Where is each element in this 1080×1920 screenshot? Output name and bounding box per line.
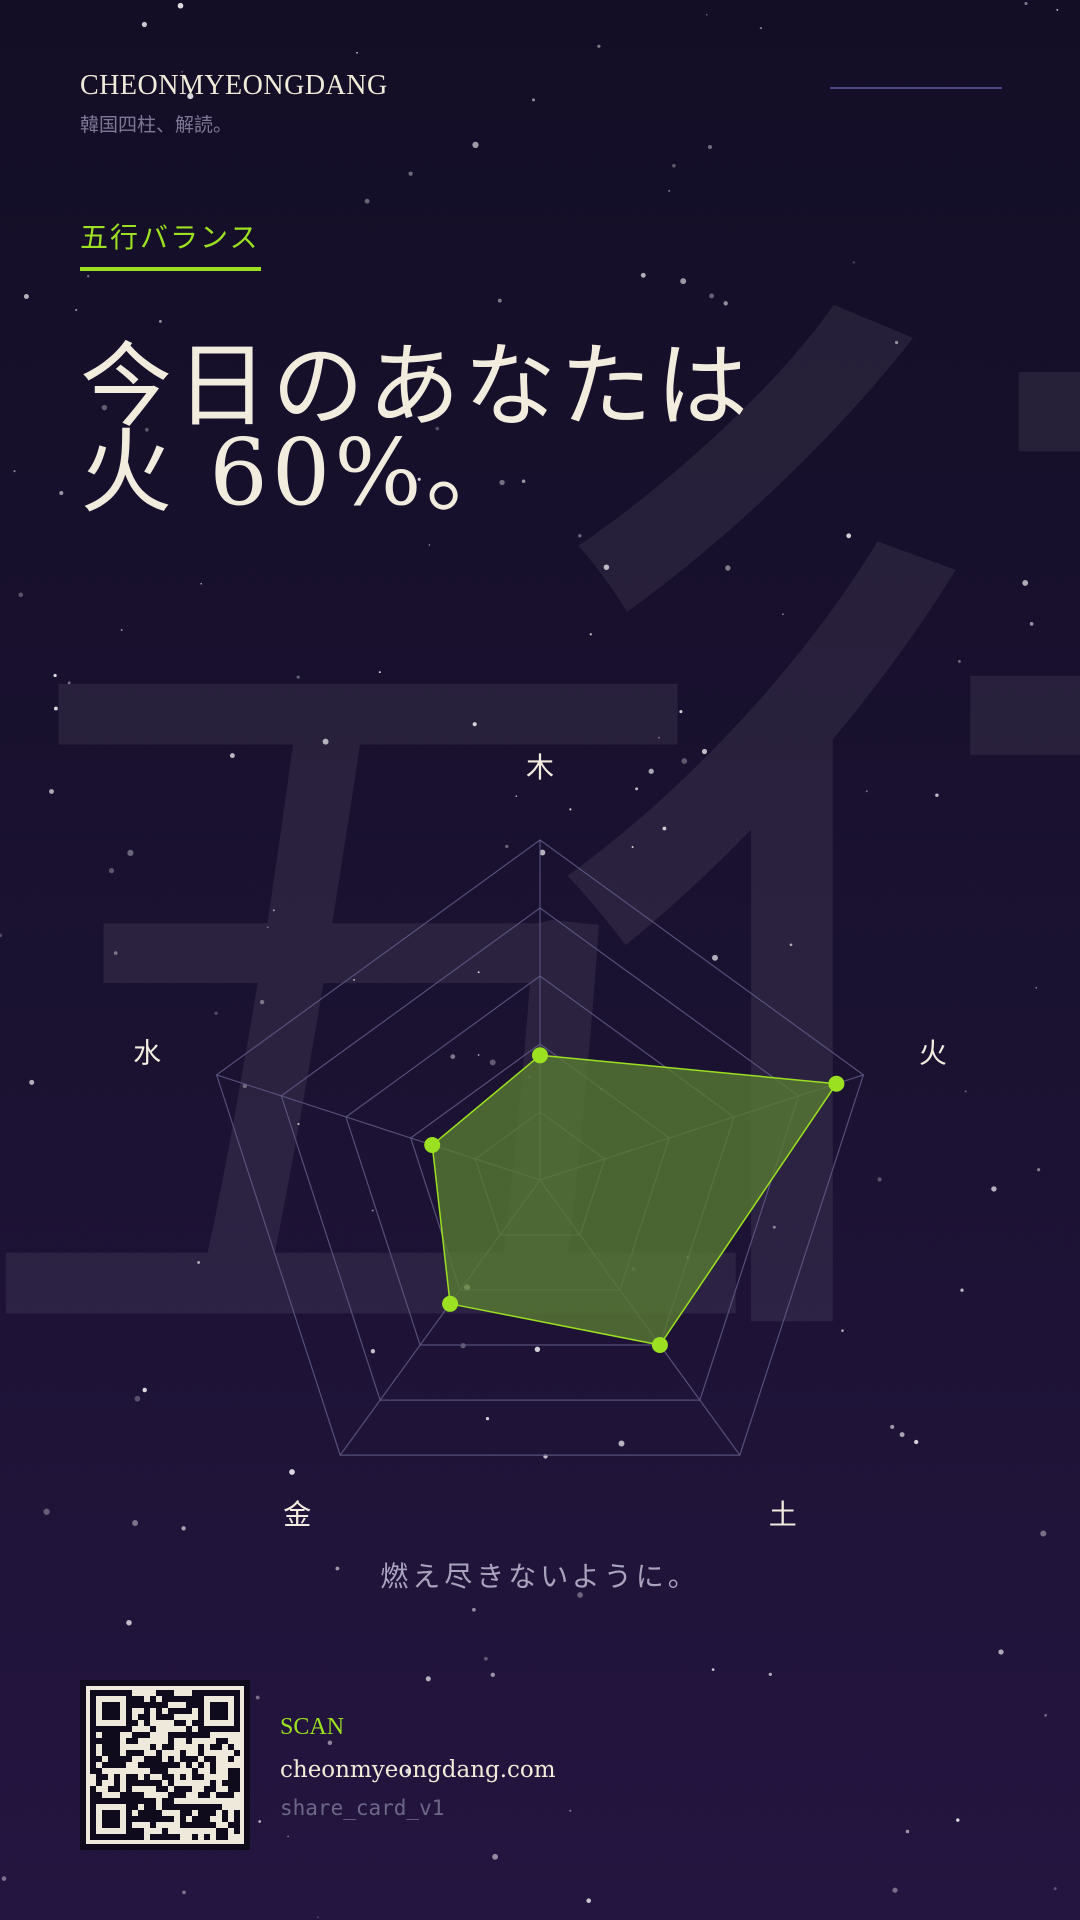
star (998, 1649, 1004, 1655)
star (521, 479, 526, 483)
section-underline (80, 267, 261, 271)
star (668, 189, 671, 192)
star (1044, 1714, 1047, 1717)
star (255, 1695, 260, 1700)
star (425, 1676, 431, 1682)
radar-point-5 (424, 1137, 441, 1153)
star (725, 565, 731, 571)
radar-series-area (431, 1054, 838, 1346)
star (1029, 622, 1034, 626)
star (956, 1818, 960, 1822)
star (679, 710, 683, 714)
star (586, 1898, 592, 1904)
star (672, 164, 676, 168)
star (497, 298, 502, 303)
radar-axis-label-4: 金 (283, 1498, 311, 1531)
star (23, 294, 29, 299)
star (87, 275, 90, 278)
star (1, 1876, 7, 1881)
star (327, 1740, 333, 1746)
star (597, 44, 601, 48)
star (1024, 1, 1028, 6)
star (640, 272, 646, 278)
five-elements-radar-chart: 木火土 金 水 (133, 751, 947, 1531)
star (782, 613, 784, 616)
radar-axis-label-1: 木 (526, 751, 554, 784)
star (894, 340, 899, 345)
card-id: share_card_v1 (280, 1796, 445, 1820)
star (603, 564, 610, 570)
star (680, 278, 687, 285)
star (709, 293, 715, 299)
radar-point-4 (442, 1295, 459, 1312)
headline-line-2: 火 60%。 (80, 419, 522, 526)
radar-axis-label-5: 水 (133, 1036, 161, 1069)
top-divider (830, 87, 1002, 89)
qr-code[interactable] (80, 1680, 250, 1850)
star (408, 171, 413, 176)
star (53, 706, 58, 711)
radar-point-2 (828, 1075, 845, 1092)
star (472, 1607, 476, 1612)
star (532, 98, 535, 102)
radar-point-3 (651, 1337, 668, 1353)
star (708, 145, 712, 149)
star (141, 21, 147, 28)
star (18, 592, 24, 598)
star (126, 1619, 132, 1626)
star (1056, 8, 1059, 11)
brand-name: CHEONMYEONGDANG (80, 70, 388, 101)
star (75, 308, 78, 312)
star (492, 1853, 499, 1860)
star (852, 261, 855, 264)
star (67, 681, 71, 685)
star (768, 1672, 772, 1677)
star (846, 533, 852, 539)
star (711, 1668, 715, 1671)
star (317, 1916, 319, 1919)
star (296, 675, 300, 679)
star (657, 736, 661, 739)
site-url-link[interactable]: cheonmyeongdang.com (280, 1757, 556, 1783)
star (428, 544, 431, 546)
star (892, 1887, 898, 1893)
star (569, 1809, 572, 1812)
star (177, 2, 184, 9)
star (200, 582, 203, 585)
star (1053, 1887, 1057, 1891)
section-label: 五行バランス (80, 221, 260, 254)
star (287, 1835, 289, 1838)
star (1022, 579, 1029, 586)
star (356, 51, 358, 54)
star (958, 660, 961, 663)
star (378, 671, 381, 674)
star (490, 1672, 496, 1678)
star (905, 1829, 910, 1834)
star (578, 534, 582, 538)
star (53, 673, 57, 678)
radar-axis-label-2: 火 (919, 1036, 947, 1069)
brand-subtitle: 韓国四柱、解読。 (80, 114, 233, 136)
star (705, 13, 708, 16)
star (13, 470, 16, 473)
tagline: 燃え尽きないように。 (380, 1560, 700, 1593)
star (182, 1890, 186, 1895)
star (723, 301, 728, 306)
star (258, 1820, 262, 1823)
star (759, 26, 763, 30)
scan-label: SCAN (280, 1714, 345, 1740)
star (472, 141, 479, 149)
star (484, 1656, 488, 1661)
star (364, 198, 370, 204)
radar-axis-label-3: 土 (769, 1498, 797, 1531)
star (59, 491, 64, 495)
radar-point-1 (532, 1047, 548, 1064)
star (120, 628, 123, 632)
star (589, 633, 592, 636)
star (472, 722, 477, 727)
